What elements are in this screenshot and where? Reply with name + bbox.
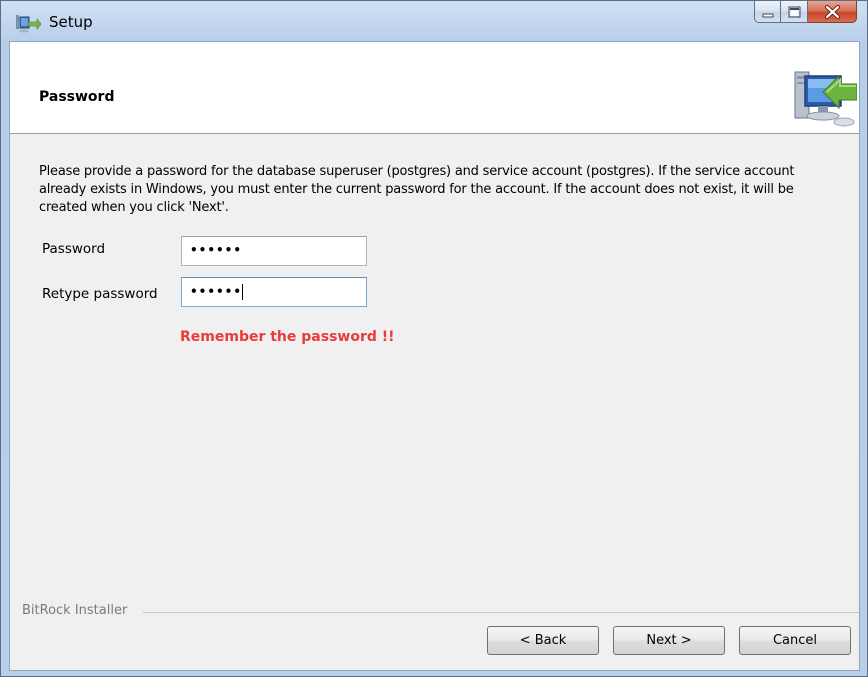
page-title: Password [39,89,115,105]
computer-with-arrow-icon [787,64,858,130]
retype-password-value: •••••• [190,284,244,300]
password-value: •••••• [190,243,243,257]
warning-message: Remember the password !! [180,329,395,345]
maximize-icon [788,6,801,18]
page-header: Password [10,42,859,134]
window-title: Setup [49,13,93,31]
instructions-text: Please provide a password for the databa… [39,164,795,215]
title-bar[interactable]: Setup [1,1,867,41]
close-icon [825,5,840,19]
back-button[interactable]: < Back [487,626,599,655]
next-button[interactable]: Next > [613,626,725,655]
setup-window: Setup Password Please provide a password… [0,0,868,677]
setup-app-icon [15,13,42,33]
dialog-body: Password Please provide a password for t… [9,41,860,671]
password-field[interactable]: •••••• [181,236,367,266]
retype-password-label: Retype password [42,286,158,302]
caption-buttons [754,1,857,25]
cancel-button[interactable]: Cancel [739,626,851,655]
installer-brand: BitRock Installer [22,603,128,618]
password-label: Password [42,241,106,257]
retype-password-field[interactable]: •••••• [181,277,367,307]
maximize-button[interactable] [781,1,808,23]
text-caret [242,284,244,300]
footer-divider [143,612,859,613]
close-button[interactable] [808,1,857,23]
minimize-icon [762,13,774,18]
minimize-button[interactable] [754,1,781,23]
